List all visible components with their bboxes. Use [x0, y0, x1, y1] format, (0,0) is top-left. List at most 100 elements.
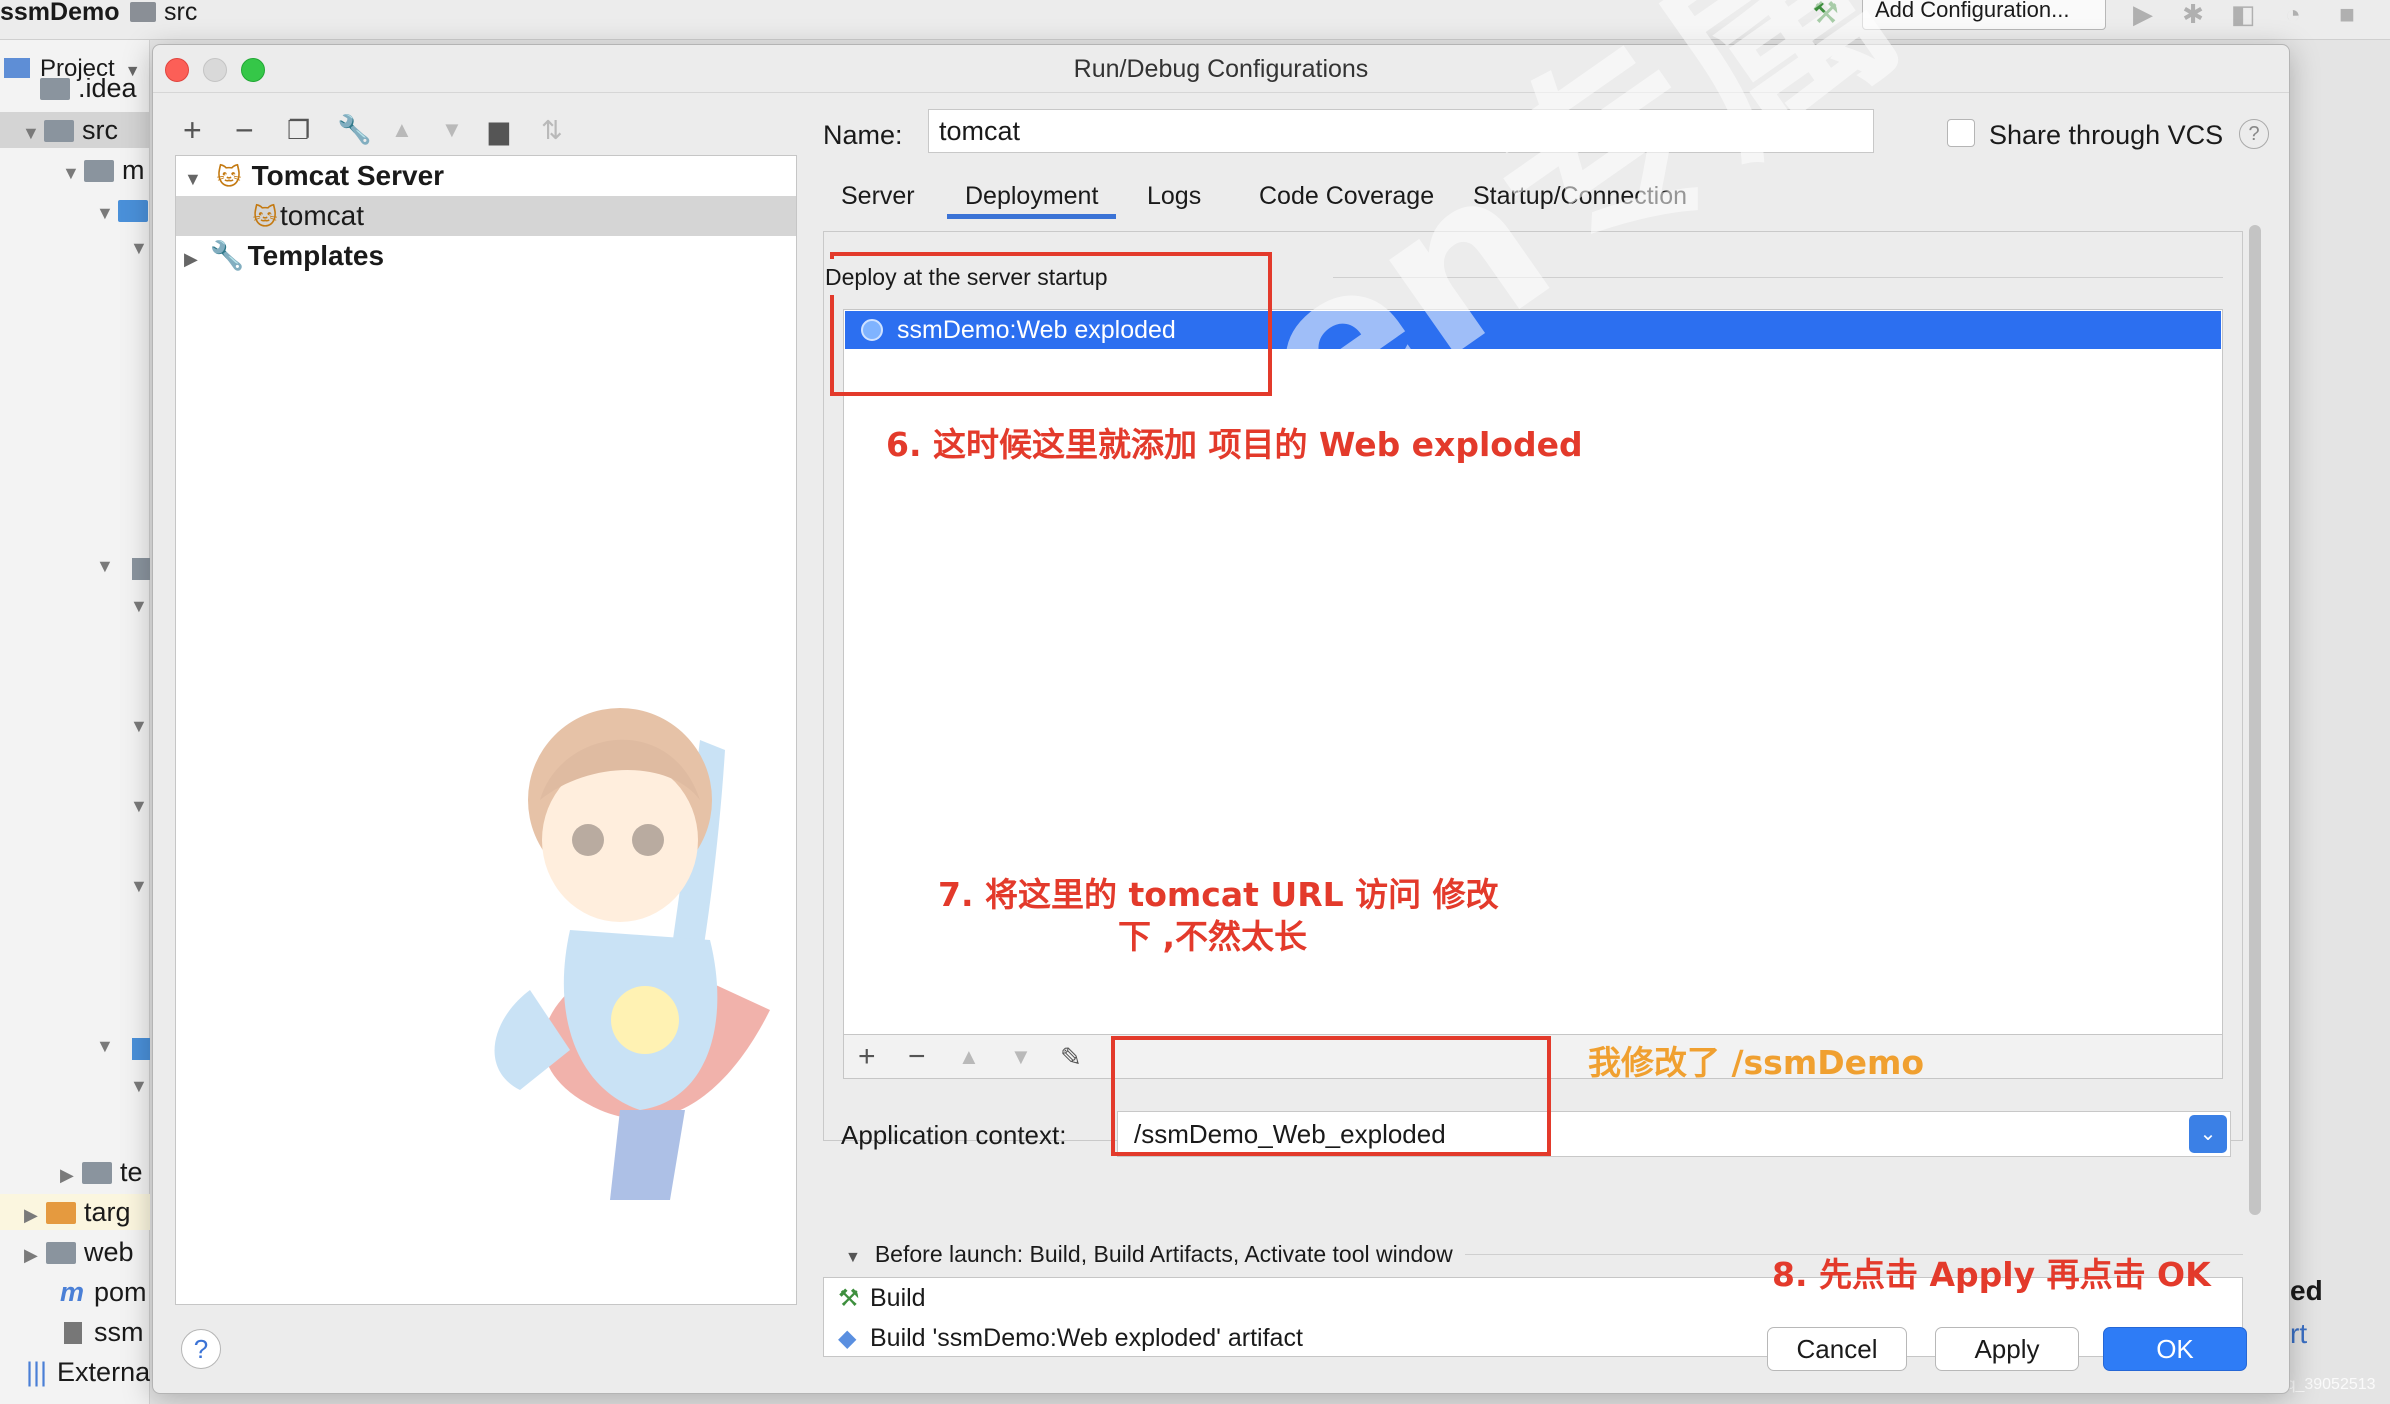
- annotation-step6: 6. 这时候这里就添加 项目的 Web exploded: [886, 425, 1583, 464]
- tab-startup-connection[interactable]: Startup/Connection: [1455, 173, 1705, 219]
- dialog-title: Run/Debug Configurations: [1073, 55, 1369, 83]
- folder-icon: [44, 120, 74, 142]
- edit-icon[interactable]: ✎: [1060, 1039, 1082, 1075]
- share-through-vcs-checkbox[interactable]: [1947, 119, 1975, 147]
- hammer-icon: ⚒: [838, 1285, 860, 1312]
- remove-icon[interactable]: −: [235, 110, 254, 150]
- expand-icon[interactable]: ▼: [62, 155, 84, 188]
- tree-item-external-libraries[interactable]: ||| Externa: [0, 1354, 150, 1390]
- library-icon: |||: [26, 1357, 48, 1387]
- scrollbar[interactable]: [2249, 225, 2261, 1215]
- tree-item-tomcat-server[interactable]: ▼ 🐱 Tomcat Server: [176, 156, 796, 196]
- annotation-box-context: [1111, 1036, 1551, 1156]
- expand-icon[interactable]: ▼: [130, 876, 148, 897]
- editor-link-fragment[interactable]: rt: [2290, 1318, 2307, 1350]
- configuration-tree: ▼ 🐱 Tomcat Server 🐱tomcat ▶ 🔧 Templates: [175, 155, 797, 1305]
- annotation-step7-line1: 7. 将这里的 tomcat URL 访问 修改: [938, 875, 1499, 914]
- application-context-label: Application context:: [841, 1120, 1067, 1150]
- add-icon[interactable]: +: [858, 1039, 876, 1075]
- tree-item-label: web: [84, 1237, 134, 1267]
- tree-item-label: tomcat: [280, 200, 365, 231]
- apply-button[interactable]: Apply: [1935, 1327, 2079, 1371]
- copy-icon[interactable]: ❐: [287, 110, 310, 150]
- help-button[interactable]: ?: [181, 1329, 221, 1369]
- maven-icon: m: [60, 1277, 85, 1307]
- coverage-icon[interactable]: ◧: [2230, 1, 2256, 28]
- share-help-icon[interactable]: ?: [2239, 119, 2269, 149]
- before-launch-item-label: Build: [870, 1284, 926, 1312]
- breadcrumb-project[interactable]: ssmDemo: [0, 0, 120, 28]
- stop-icon[interactable]: ■: [2334, 1, 2360, 28]
- add-configuration-button[interactable]: Add Configuration...: [1862, 0, 2106, 30]
- build-hammer-icon[interactable]: ⚒: [1812, 0, 1839, 31]
- tree-item-idea[interactable]: .idea: [0, 78, 150, 104]
- collapse-icon[interactable]: ▶: [60, 1157, 82, 1190]
- tree-item-target[interactable]: ▶ targ: [0, 1194, 150, 1230]
- tree-item-iml[interactable]: ssm: [0, 1314, 150, 1350]
- wrench-icon[interactable]: 🔧: [337, 110, 372, 150]
- tab-server[interactable]: Server: [823, 173, 933, 219]
- tree-item-templates[interactable]: ▶ 🔧 Templates: [176, 236, 796, 276]
- move-up-icon[interactable]: ▲: [958, 1039, 980, 1075]
- expand-icon[interactable]: ▼: [184, 169, 202, 189]
- expand-icon[interactable]: ▼: [130, 596, 148, 617]
- tree-item-label: targ: [84, 1197, 131, 1227]
- ok-button[interactable]: OK: [2103, 1327, 2247, 1371]
- expand-icon[interactable]: ▼: [22, 115, 44, 148]
- move-up-icon[interactable]: ▲: [391, 110, 413, 150]
- folder-icon: [82, 1162, 112, 1184]
- breadcrumb-folder[interactable]: src: [130, 0, 197, 28]
- cancel-button[interactable]: Cancel: [1767, 1327, 1907, 1371]
- share-through-vcs-label[interactable]: Share through VCS: [1989, 115, 2223, 155]
- tab-logs[interactable]: Logs: [1129, 173, 1219, 219]
- expand-icon[interactable]: ▼: [130, 716, 148, 737]
- expand-icon[interactable]: ▼: [96, 556, 114, 577]
- folder-icon: [40, 78, 70, 100]
- collapse-icon[interactable]: ▶: [184, 249, 198, 269]
- sort-icon[interactable]: ⇅: [541, 110, 563, 150]
- move-down-icon[interactable]: ▼: [441, 110, 463, 150]
- annotation-step7-line2: 下 ,不然太长: [1118, 917, 1308, 956]
- artifact-list: [843, 309, 2223, 1035]
- expand-icon[interactable]: ▼: [130, 1076, 148, 1097]
- tree-item-src[interactable]: ▼ src: [0, 112, 150, 148]
- tree-item-java[interactable]: ▼: [0, 192, 150, 228]
- remove-icon[interactable]: −: [908, 1039, 926, 1075]
- new-folder-icon[interactable]: ▆: [489, 110, 509, 150]
- tree-item-web[interactable]: ▶ web: [0, 1234, 150, 1270]
- move-down-icon[interactable]: ▼: [1010, 1039, 1032, 1075]
- tree-item-pom[interactable]: m pom: [0, 1274, 150, 1310]
- breadcrumb-folder-label: src: [164, 0, 198, 26]
- tree-item-label: m: [122, 155, 145, 185]
- file-icon: [64, 1322, 82, 1344]
- chevron-down-icon[interactable]: ⌄: [2189, 1115, 2227, 1153]
- expand-icon[interactable]: ▼: [130, 796, 148, 817]
- folder-icon: [130, 2, 156, 22]
- before-launch-section[interactable]: ▼ Before launch: Build, Build Artifacts, …: [843, 1237, 1465, 1275]
- collapse-icon[interactable]: ▶: [24, 1237, 46, 1270]
- tomcat-icon: 🐱: [216, 164, 242, 191]
- folder-icon: [46, 1242, 76, 1264]
- tree-item-tomcat[interactable]: 🐱tomcat: [176, 196, 796, 236]
- name-input[interactable]: tomcat: [928, 109, 1874, 153]
- expand-icon[interactable]: ▼: [96, 195, 118, 228]
- tomcat-icon: 🐱: [252, 204, 278, 231]
- artifact-icon: ◆: [838, 1325, 857, 1352]
- tree-item-label: te: [120, 1157, 143, 1187]
- tab-code-coverage[interactable]: Code Coverage: [1241, 173, 1452, 219]
- debug-icon[interactable]: ✱: [2180, 1, 2206, 28]
- project-icon: [4, 58, 30, 78]
- expand-icon[interactable]: ▼: [96, 1036, 114, 1057]
- breadcrumb-project-label: ssmDemo: [0, 0, 120, 26]
- add-icon[interactable]: +: [183, 110, 202, 150]
- tab-deployment[interactable]: Deployment: [947, 173, 1117, 219]
- run-icon[interactable]: ▶: [2130, 1, 2156, 28]
- tree-item-label: Tomcat Server: [251, 160, 445, 191]
- tree-item-main[interactable]: ▼ m: [0, 152, 150, 188]
- tree-item-label: Externa: [57, 1357, 150, 1387]
- expand-icon[interactable]: ▼: [845, 1249, 861, 1266]
- profile-icon[interactable]: ◔: [2280, 1, 2306, 28]
- expand-icon[interactable]: ▼: [130, 238, 148, 259]
- tree-item-test[interactable]: ▶ te: [0, 1154, 150, 1190]
- collapse-icon[interactable]: ▶: [24, 1197, 46, 1230]
